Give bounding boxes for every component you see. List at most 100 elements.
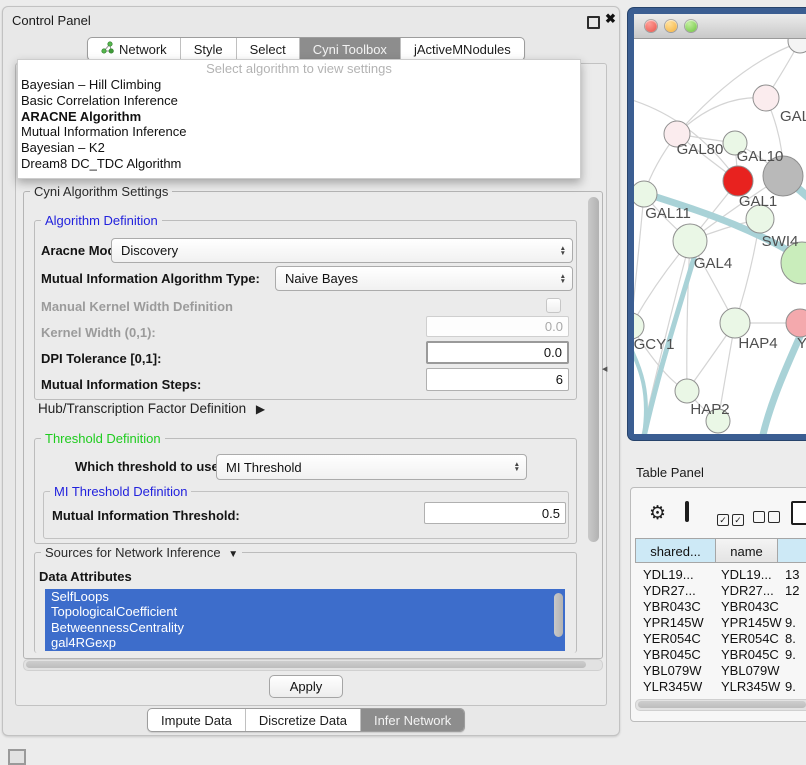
table-cell[interactable]: YDL19... bbox=[643, 567, 694, 582]
algorithm-option-selected[interactable]: ARACNE Algorithm bbox=[18, 109, 580, 125]
kernel-width-input[interactable] bbox=[426, 316, 569, 337]
table-cell[interactable]: YDL19... bbox=[721, 567, 772, 582]
table-cell[interactable]: 12 bbox=[785, 583, 799, 598]
dpi-tolerance-label: DPI Tolerance [0,1]: bbox=[41, 351, 161, 366]
node-gal1-red[interactable] bbox=[723, 166, 753, 196]
manual-kernel-width-checkbox[interactable] bbox=[546, 298, 561, 313]
table-cell[interactable]: YBL079W bbox=[721, 663, 780, 678]
table-cell[interactable]: YPR145W bbox=[721, 615, 782, 630]
table-cell[interactable]: 13 bbox=[785, 567, 799, 582]
group-title[interactable]: Sources for Network Inference ▼ bbox=[41, 545, 242, 560]
attributes-vertical-scrollbar[interactable] bbox=[554, 593, 563, 637]
panel-title: Control Panel bbox=[12, 13, 91, 28]
mi-algorithm-type-combo[interactable]: Naive Bayes ▲▼ bbox=[275, 266, 573, 291]
close-window-button[interactable] bbox=[645, 20, 657, 32]
node-unlabeled[interactable] bbox=[788, 39, 806, 53]
column-header-name[interactable]: name bbox=[715, 538, 778, 563]
close-panel-icon[interactable]: ✖ bbox=[605, 11, 616, 27]
select-all-checkboxes-icon[interactable]: ✓✓ bbox=[717, 510, 747, 528]
tab-discretize-data[interactable]: Discretize Data bbox=[245, 709, 360, 731]
float-panel-icon[interactable] bbox=[587, 16, 600, 29]
split-collapse-arrow[interactable]: ◀ bbox=[602, 365, 607, 373]
table-cell[interactable]: YBR045C bbox=[643, 647, 701, 662]
table-cell[interactable]: YDR27... bbox=[721, 583, 774, 598]
node-gal11[interactable] bbox=[634, 181, 657, 207]
table-header-row: shared... name A bbox=[635, 538, 806, 563]
aracne-mode-combo[interactable]: Discovery ▲▼ bbox=[111, 238, 573, 263]
node-gal-partial[interactable] bbox=[753, 85, 779, 111]
table-cell[interactable]: YER054C bbox=[643, 631, 701, 646]
table-cell[interactable]: YBL079W bbox=[643, 663, 702, 678]
table-cell[interactable]: YDR27... bbox=[643, 583, 696, 598]
column-header-shared-name[interactable]: shared... bbox=[635, 538, 716, 563]
attribute-item-selected[interactable]: gal4RGexp bbox=[45, 635, 565, 650]
node-label: GAL10 bbox=[737, 148, 784, 165]
tab-cyni-toolbox[interactable]: Cyni Toolbox bbox=[299, 38, 400, 60]
network-window-titlebar[interactable] bbox=[634, 14, 806, 39]
tab-select[interactable]: Select bbox=[236, 38, 299, 60]
node-gal4[interactable] bbox=[673, 224, 707, 258]
tab-style[interactable]: Style bbox=[180, 38, 236, 60]
table-horizontal-scrollbar[interactable] bbox=[635, 699, 806, 711]
table-cell[interactable]: 9. bbox=[785, 647, 796, 662]
node-label: GAL1 bbox=[739, 193, 777, 210]
columns-icon[interactable] bbox=[685, 501, 689, 522]
algorithm-dropdown-popup: Select algorithm to view settings Bayesi… bbox=[17, 59, 581, 179]
node-hap2[interactable] bbox=[675, 379, 699, 403]
attribute-item-selected[interactable]: TopologicalCoefficient bbox=[45, 604, 565, 619]
table-cell[interactable]: YBR043C bbox=[643, 599, 701, 614]
hub-definition-section[interactable]: Hub/Transcription Factor Definition ▶ bbox=[38, 401, 265, 416]
expand-arrow-icon[interactable]: ▶ bbox=[256, 402, 265, 416]
algorithm-option[interactable]: Basic Correlation Inference bbox=[18, 93, 580, 109]
table-panel-title: Table Panel bbox=[636, 465, 704, 480]
settings-vertical-scrollbar[interactable] bbox=[588, 197, 599, 542]
table-cell[interactable]: YBR045C bbox=[721, 647, 779, 662]
node-label: HAP4 bbox=[738, 335, 777, 352]
table-cell[interactable]: YPR145W bbox=[643, 615, 704, 630]
algorithm-option[interactable]: Dream8 DC_TDC Algorithm bbox=[18, 156, 580, 172]
collapse-arrow-icon[interactable]: ▼ bbox=[228, 549, 238, 560]
tab-label: Style bbox=[194, 42, 223, 57]
table-cell[interactable]: 9 bbox=[785, 695, 792, 698]
table-cell[interactable]: YBR043C bbox=[721, 599, 779, 614]
node-hap4[interactable] bbox=[720, 308, 750, 338]
document-icon[interactable] bbox=[791, 501, 806, 525]
apply-button[interactable]: Apply bbox=[269, 675, 343, 698]
table-cell[interactable]: 8. bbox=[785, 631, 796, 646]
table-cell[interactable]: 9. bbox=[785, 615, 796, 630]
algorithm-option[interactable]: Mutual Information Inference bbox=[18, 124, 580, 140]
algorithm-definition-group: Algorithm Definition Aracne Mode: Discov… bbox=[34, 220, 577, 400]
minimize-window-button[interactable] bbox=[665, 20, 677, 32]
tab-infer-network[interactable]: Infer Network bbox=[360, 709, 464, 731]
table-cell[interactable]: 9. bbox=[785, 679, 796, 694]
table-cell[interactable]: YLR345W bbox=[721, 679, 780, 694]
tab-jactivemnodules[interactable]: jActiveMNodules bbox=[400, 38, 524, 60]
table-cell[interactable]: YIL052C bbox=[643, 695, 694, 698]
attribute-item-selected[interactable]: BetweennessCentrality bbox=[45, 620, 565, 635]
node-pink[interactable] bbox=[786, 309, 806, 337]
tab-network[interactable]: Network bbox=[88, 38, 180, 60]
attribute-item-selected[interactable]: SelfLoops bbox=[45, 589, 565, 604]
deselect-all-checkboxes-icon[interactable] bbox=[753, 510, 783, 528]
gear-icon[interactable]: ⚙ bbox=[649, 502, 666, 524]
column-header-partial[interactable]: A bbox=[777, 538, 806, 563]
table-cell[interactable]: YLR345W bbox=[643, 679, 702, 694]
algorithm-option[interactable]: Bayesian – K2 bbox=[18, 140, 580, 156]
tab-label: Select bbox=[250, 42, 286, 57]
algorithm-option[interactable]: Bayesian – Hill Climbing bbox=[18, 77, 580, 93]
float-panel-mini-icon[interactable] bbox=[8, 749, 26, 765]
mi-steps-input[interactable] bbox=[426, 368, 569, 391]
mi-threshold-input[interactable] bbox=[424, 502, 566, 524]
dpi-tolerance-input[interactable] bbox=[426, 341, 569, 364]
which-threshold-combo[interactable]: MI Threshold ▲▼ bbox=[216, 454, 527, 480]
zoom-window-button[interactable] bbox=[685, 20, 697, 32]
tab-label: Cyni Toolbox bbox=[313, 42, 387, 57]
node-label: Y bbox=[797, 335, 806, 352]
table-cell[interactable]: YER054C bbox=[721, 631, 779, 646]
table-cell[interactable]: YIL052C bbox=[721, 695, 772, 698]
settings-horizontal-scrollbar[interactable] bbox=[23, 659, 603, 671]
sources-group: Sources for Network Inference ▼ Data Att… bbox=[34, 552, 577, 653]
tab-label: Discretize Data bbox=[259, 713, 347, 728]
network-canvas[interactable]: GAL GAL80 GAL10 GAL1 GAL11 SWI4 GAL4 GCY… bbox=[634, 39, 806, 434]
tab-impute-data[interactable]: Impute Data bbox=[148, 709, 245, 731]
